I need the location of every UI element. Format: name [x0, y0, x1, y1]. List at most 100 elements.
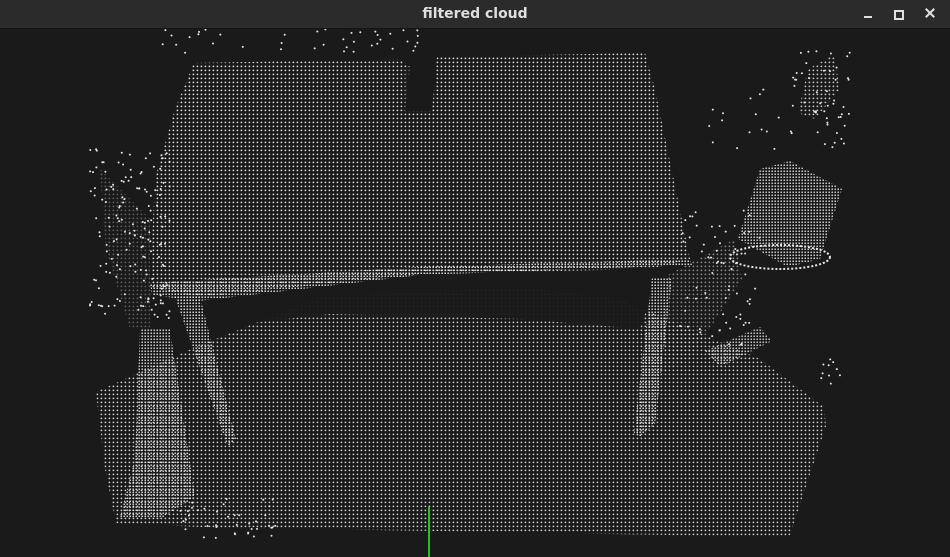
noise-point [274, 524, 277, 527]
noise-point [136, 187, 139, 190]
noise-point [161, 225, 164, 228]
noise-point [141, 245, 144, 248]
noise-point [98, 235, 101, 238]
noise-point [829, 70, 831, 73]
noise-point [720, 261, 723, 264]
noise-point [158, 194, 161, 196]
noise-point [740, 252, 743, 255]
title-bar[interactable]: filtered cloud [0, 0, 950, 29]
noise-point [117, 253, 120, 256]
noise-point [159, 215, 162, 218]
noise-point [803, 101, 806, 104]
noise-point [832, 102, 835, 105]
noise-point [722, 313, 725, 316]
noise-point [742, 209, 745, 212]
noise-point [324, 29, 327, 31]
noise-point [735, 262, 737, 265]
noise-point [406, 40, 409, 43]
noise-point [826, 123, 829, 126]
noise-point [147, 238, 150, 241]
noise-point [95, 149, 98, 152]
noise-point [800, 72, 803, 75]
noise-point [150, 219, 153, 222]
noise-point [702, 243, 705, 246]
noise-point [749, 97, 752, 100]
noise-point [115, 275, 118, 278]
noise-point [233, 514, 236, 517]
noise-point [147, 205, 150, 207]
noise-point [107, 305, 110, 308]
noise-point [212, 42, 214, 45]
noise-point [101, 198, 104, 201]
noise-point [187, 514, 190, 517]
noise-point [710, 256, 713, 259]
noise-point [262, 498, 265, 501]
noise-point [684, 219, 687, 222]
noise-point [705, 296, 708, 299]
noise-point [728, 343, 731, 346]
noise-point [215, 526, 218, 528]
noise-point [97, 287, 100, 290]
noise-point [379, 38, 382, 41]
noise-point [124, 176, 127, 179]
noise-point [773, 147, 776, 150]
noise-point [153, 313, 156, 316]
noise-point [235, 523, 238, 526]
noise-point [313, 47, 316, 50]
noise-point [350, 31, 353, 34]
noise-point [744, 273, 747, 276]
noise-point [717, 260, 720, 263]
noise-point [188, 36, 191, 39]
noise-point [695, 286, 698, 289]
noise-point [184, 528, 187, 531]
noise-point [216, 510, 218, 513]
noise-point [127, 179, 130, 182]
noise-point [730, 267, 733, 270]
noise-point [744, 252, 747, 255]
maximize-button[interactable] [884, 3, 914, 25]
noise-point [694, 211, 697, 214]
noise-point [839, 116, 842, 118]
noise-point [165, 281, 168, 284]
minimize-button[interactable] [854, 3, 884, 25]
noise-point [139, 235, 142, 238]
noise-point [250, 528, 253, 530]
noise-point [164, 29, 167, 32]
noise-point [819, 102, 822, 105]
noise-point [152, 165, 155, 168]
noise-point [142, 279, 145, 282]
noise-point [118, 300, 121, 302]
noise-point [739, 313, 742, 316]
point-cloud-viewport[interactable] [0, 29, 950, 557]
noise-point [142, 236, 144, 239]
noise-point [105, 188, 108, 191]
noise-point [842, 106, 845, 108]
noise-point [168, 310, 171, 313]
point-cloud-canvas[interactable] [0, 29, 950, 557]
noise-point [143, 227, 146, 230]
noise-point [160, 287, 163, 290]
noise-point [161, 43, 164, 46]
noise-point [140, 304, 142, 307]
noise-point [807, 50, 810, 53]
noise-point [792, 76, 795, 79]
clutter-left-scatter [100, 169, 150, 329]
noise-point [159, 188, 162, 190]
noise-point [101, 305, 104, 308]
noise-point [256, 527, 258, 530]
noise-point [352, 50, 355, 53]
noise-point [711, 108, 714, 111]
noise-point [322, 43, 325, 46]
noise-point [828, 374, 830, 377]
noise-point [728, 285, 731, 288]
noise-point [848, 51, 851, 54]
noise-point [128, 232, 131, 235]
noise-point [156, 204, 158, 207]
noise-point [742, 324, 745, 326]
noise-point [138, 187, 141, 190]
noise-point [128, 242, 131, 245]
close-button[interactable] [914, 3, 944, 25]
noise-point [402, 29, 405, 32]
noise-point [165, 313, 168, 316]
noise-point [95, 166, 98, 169]
